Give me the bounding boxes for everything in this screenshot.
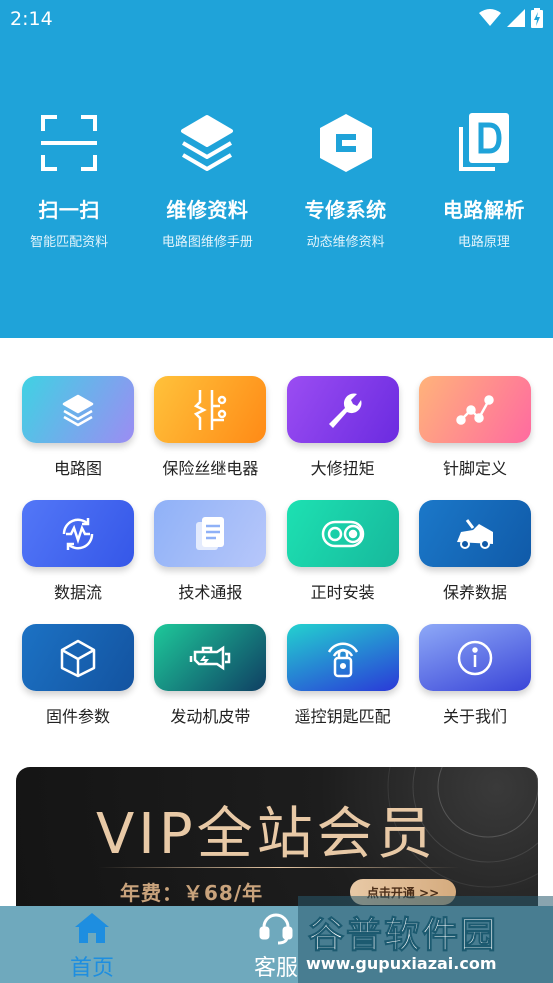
grid-row: 固件参数 发动机皮带 遥控钥匙匹配 关于我们 [12,624,541,727]
tile-label: 保险丝继电器 [162,459,259,478]
grid-row: 电路图 保险丝继电器 大修扭矩 针脚定义 [12,376,541,479]
engine-icon [154,624,267,691]
watermark: 谷普软件园 www.gupuxiazai.com [298,896,553,983]
vip-title: VIP全站会员 [96,802,437,867]
feature-circuit-analysis[interactable]: 电路解析 电路原理 [415,108,553,250]
tile-about-us[interactable]: 关于我们 [409,624,541,727]
feature-title: 维修资料 [166,198,249,222]
vip-price: 年费：￥68/年 [120,881,264,905]
tile-firmware-params[interactable]: 固件参数 [12,624,144,727]
tile-overhaul-torque[interactable]: 大修扭矩 [277,376,409,479]
info-icon [418,624,531,691]
car-maintenance-icon [418,500,531,567]
layers-icon [175,108,239,178]
scan-icon [37,108,101,178]
header-banner: 2:14 扫一扫 智能匹配资料 维修资料 电路图维修手册 专修系统 动态维修资料… [0,0,553,338]
timing-belt-icon [286,500,399,567]
watermark-url: www.gupuxiazai.com [306,954,497,973]
feature-subtitle: 智能匹配资料 [30,235,109,250]
tile-tech-bulletin[interactable]: 技术通报 [144,500,276,603]
feature-title: 扫一扫 [38,198,100,222]
tab-home[interactable]: 首页 [32,906,152,983]
tile-label: 大修扭矩 [310,459,375,478]
feature-repair-docs[interactable]: 维修资料 电路图维修手册 [138,108,276,250]
status-time: 2:14 [10,8,53,30]
headset-icon [256,910,296,946]
status-icons [479,8,543,28]
tile-label: 技术通报 [178,583,243,602]
feature-subtitle: 动态维修资料 [306,235,385,250]
divider [98,867,460,868]
wifi-icon [479,9,501,26]
cube-icon [22,624,134,691]
fuse-relay-icon [154,376,267,443]
tile-engine-belt[interactable]: 发动机皮带 [144,624,276,727]
bulletin-icon [154,500,267,567]
tile-label: 保养数据 [442,583,507,602]
data-flow-icon [22,500,134,567]
tile-maintenance-data[interactable]: 保养数据 [409,500,541,603]
tile-timing-install[interactable]: 正时安装 [277,500,409,603]
tab-label: 客服 [253,956,298,981]
feature-subtitle: 电路图维修手册 [161,235,253,250]
feature-title: 专修系统 [304,198,387,222]
watermark-text: 谷普软件园 [307,915,499,957]
layers-icon [22,376,134,443]
tab-label: 首页 [69,956,114,981]
tile-data-flow[interactable]: 数据流 [12,500,144,603]
tile-label: 遥控钥匙匹配 [294,707,391,726]
tile-pin-definition[interactable]: 针脚定义 [409,376,541,479]
tile-label: 针脚定义 [442,459,507,478]
tile-label: 数据流 [53,583,102,602]
hexagon-e-icon [314,108,378,178]
top-features: 扫一扫 智能匹配资料 维修资料 电路图维修手册 专修系统 动态维修资料 电路解析… [0,108,553,250]
signal-icon [507,9,525,27]
feature-subtitle: 电路原理 [457,235,510,250]
tile-label: 发动机皮带 [170,707,251,726]
grid-row: 数据流 技术通报 正时安装 保养数据 [12,500,541,603]
feature-title: 电路解析 [442,198,525,222]
status-bar: 2:14 [0,0,553,38]
document-d-icon [452,108,516,178]
feature-scan[interactable]: 扫一扫 智能匹配资料 [0,108,138,250]
pin-nodes-icon [418,376,531,443]
tile-label: 正时安装 [310,583,375,602]
tile-remote-key[interactable]: 遥控钥匙匹配 [277,624,409,727]
tile-fuse-relay[interactable]: 保险丝继电器 [144,376,276,479]
remote-key-icon [286,624,399,691]
tile-label: 关于我们 [442,707,507,726]
home-icon [72,910,112,946]
feature-grid: 电路图 保险丝继电器 大修扭矩 针脚定义 数据流 技术通报 正时安装 保养数据 … [12,376,541,748]
wrench-icon [286,376,399,443]
feature-special-system[interactable]: 专修系统 动态维修资料 [277,108,415,250]
tile-label: 电路图 [53,459,102,478]
tile-circuit-diagram[interactable]: 电路图 [12,376,144,479]
battery-charging-icon [531,8,543,28]
tile-label: 固件参数 [45,707,110,726]
